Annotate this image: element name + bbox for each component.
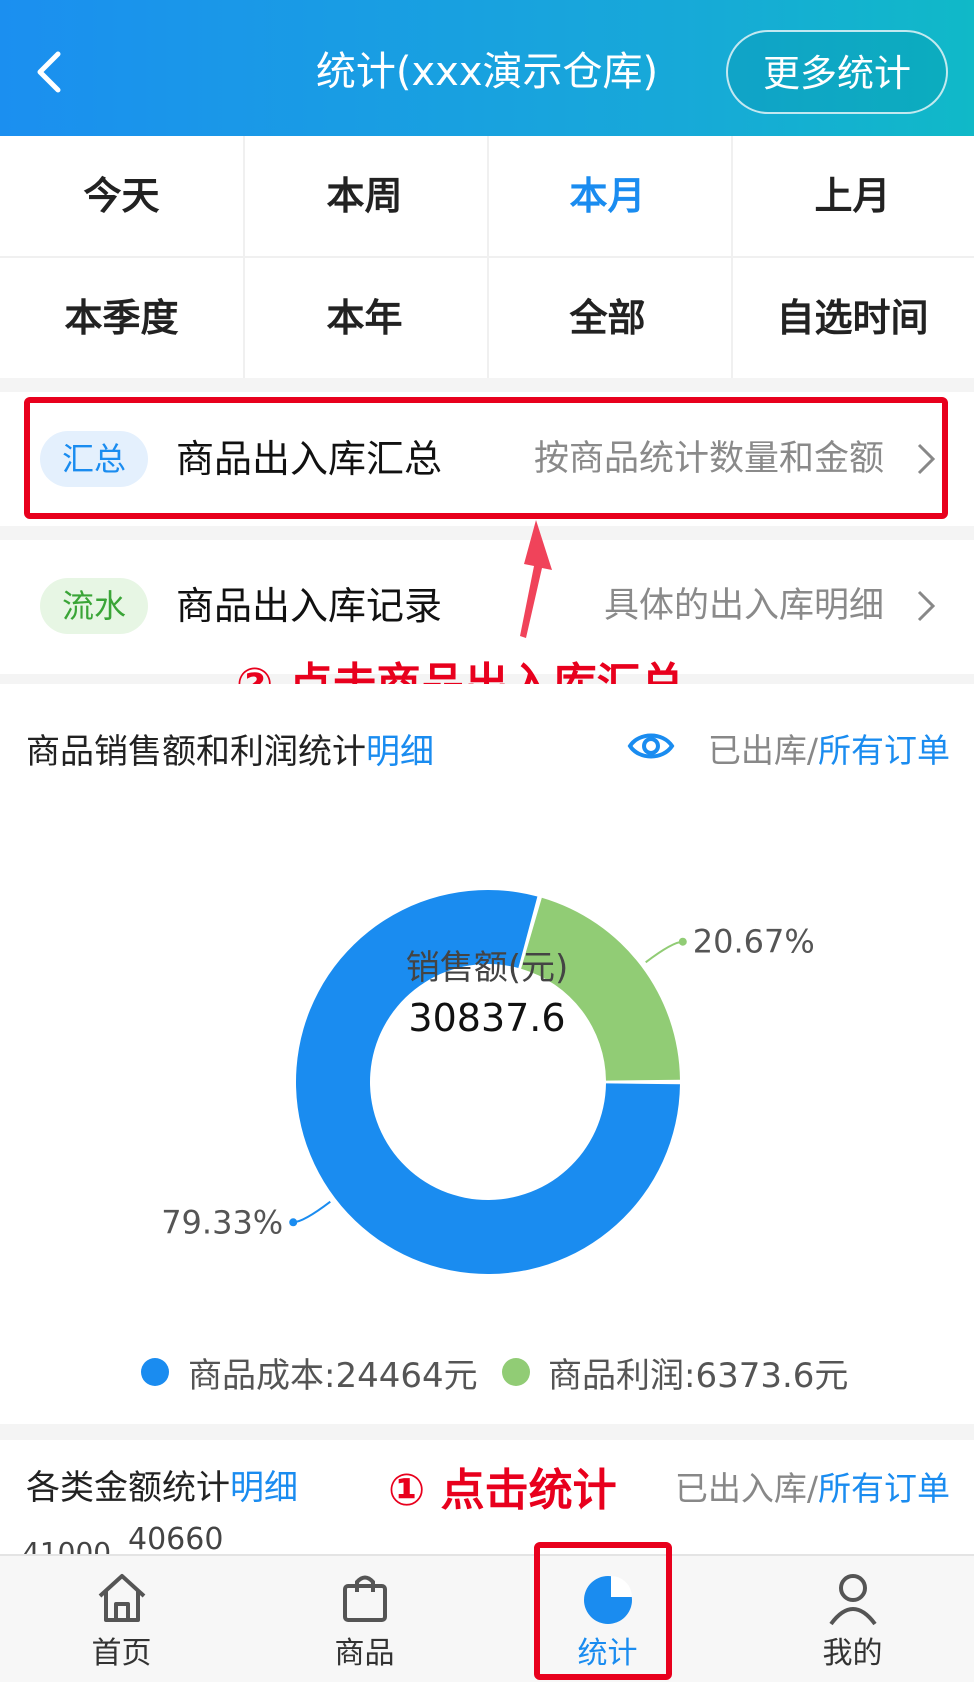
record-title: 商品出入库记录 [176,584,443,628]
legend-cost: 商品成本:24464元 [188,1356,478,1396]
divider [0,256,974,258]
sales-detail-link[interactable]: 明细 [366,732,434,772]
filter-in-out[interactable]: 已出入库 [675,1469,807,1508]
tab-mine-label: 我的 [822,1636,883,1671]
filter-all-orders[interactable]: 所有订单 [818,731,950,770]
period-today[interactable]: 今天 [0,136,243,256]
period-this-week[interactable]: 本周 [243,136,486,256]
amount-section: 各类金额统计明细 ① 点击统计 已出入库/所有订单 41000 40660 [0,1440,974,1569]
filter-sep: / [806,1469,818,1508]
period-this-month[interactable]: 本月 [486,136,729,256]
user-icon [829,1574,877,1626]
legend-profit: 商品利润:6373.6元 [548,1356,849,1396]
donut-leader-line [293,1200,331,1224]
sales-donut-chart: 20.67%79.33% [161,890,815,1274]
tab-home-label: 首页 [91,1636,152,1671]
bottom-tab-bar: 首页 商品 统计 我的 [0,1554,974,1682]
home-icon [98,1574,146,1622]
record-desc: 具体的出入库明细 [603,586,884,626]
period-this-quarter[interactable]: 本季度 [0,258,243,378]
amount-filter: 已出入库/所有订单 [675,1462,950,1510]
period-this-year[interactable]: 本年 [243,258,486,378]
tab-home[interactable]: 首页 [0,1556,243,1682]
bar-value-partial: 40660 [128,1522,224,1557]
app-header: 统计(xxx演示仓库) 更多统计 [0,0,974,136]
amount-section-title: 各类金额统计明细 [26,1460,298,1509]
sales-filter: 已出库/所有订单 [708,724,950,772]
bag-icon [343,1575,387,1622]
sales-title-text: 商品销售额和利润统计 [26,732,366,772]
annotation-box-summary [24,397,948,519]
donut-percent-label: 79.33% [161,1203,283,1241]
period-selector: 今天 本周 本月 上月 本季度 本年 全部 自选时间 [0,136,974,378]
amount-title-text: 各类金额统计 [26,1468,230,1508]
more-stats-button[interactable]: 更多统计 [726,30,948,114]
sales-section: 商品销售额和利润统计明细 已出库/所有订单 20.67% 79.33% 销售额(元… [0,684,974,1424]
amount-detail-link[interactable]: 明细 [230,1468,298,1508]
filter-sep: / [806,731,818,770]
tab-mine[interactable]: 我的 [731,1556,974,1682]
legend-cost-dot [141,1358,169,1386]
chevron-right-icon [917,590,936,622]
record-tag: 流水 [40,578,148,634]
period-last-month[interactable]: 上月 [731,136,974,256]
annotation-box-stats-tab [534,1542,672,1680]
period-custom[interactable]: 自选时间 [731,258,974,378]
period-all[interactable]: 全部 [486,258,729,378]
annotation-arrow-icon [520,520,552,638]
donut-center-value: 30837.6 [408,996,566,1040]
donut-leader-dot [289,1218,298,1227]
tab-goods-label: 商品 [334,1636,395,1671]
eye-icon[interactable] [627,722,675,770]
donut-center-label: 销售额(元) [405,948,569,988]
filter-all-orders[interactable]: 所有订单 [818,1469,950,1508]
tab-goods[interactable]: 商品 [243,1556,486,1682]
filter-shipped[interactable]: 已出库 [708,731,807,770]
legend-profit-dot [502,1358,530,1386]
sales-section-title: 商品销售额和利润统计明细 [26,724,434,773]
annotation-step1: ① 点击统计 [388,1465,617,1516]
